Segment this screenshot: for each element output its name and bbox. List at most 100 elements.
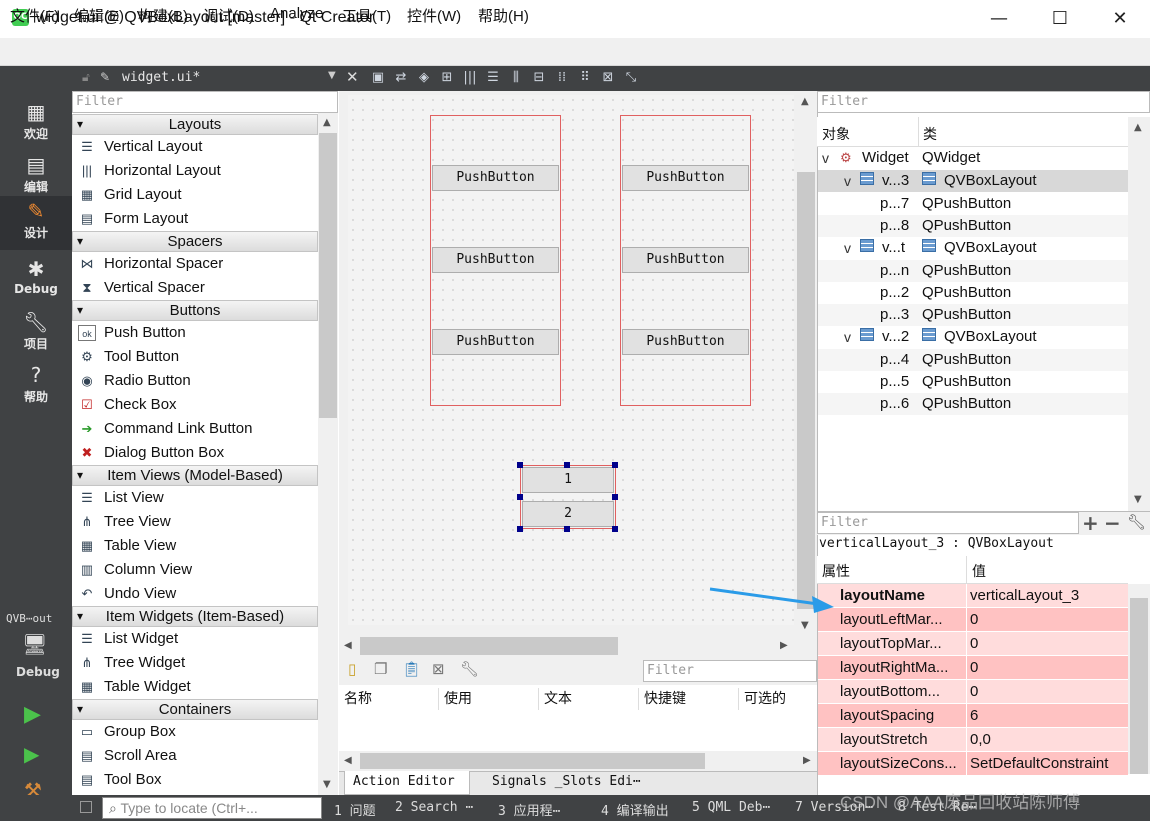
resize-handle[interactable] (517, 462, 523, 468)
property-row[interactable]: layoutStretch 0,0 (818, 728, 1128, 752)
resize-handle[interactable] (612, 526, 618, 532)
widget-category-header[interactable]: ▾ Item Widgets (Item-Based) (72, 606, 318, 627)
push-button[interactable]: PushButton (622, 247, 749, 273)
column-checkable[interactable]: 可选的 (744, 688, 786, 708)
scroll-right-icon[interactable]: ▶ (780, 640, 788, 651)
widget-item[interactable]: ▤ Scroll Area (72, 744, 318, 768)
resize-handle[interactable] (517, 526, 523, 532)
push-button[interactable]: PushButton (622, 165, 749, 191)
pane-compile-output[interactable]: 4 编译输出 (601, 800, 669, 819)
property-value[interactable]: 0 (970, 656, 978, 680)
column-used[interactable]: 使用 (444, 688, 472, 708)
property-row[interactable]: layoutBottom... 0 (818, 680, 1128, 704)
property-value[interactable]: verticalLayout_3 (970, 584, 1079, 608)
object-filter-input[interactable]: Filter (817, 91, 1150, 113)
object-tree-node[interactable]: v v...2 QVBoxLayout (818, 326, 1128, 348)
action-table-body[interactable] (339, 711, 817, 751)
widget-item[interactable]: ☰ Vertical Layout (72, 135, 318, 159)
column-property[interactable]: 属性 (822, 561, 850, 581)
menu-tools[interactable]: 工具(T) (342, 5, 391, 26)
property-value[interactable]: 0 (970, 680, 978, 704)
edit-buddies-icon[interactable]: ◈ (416, 70, 432, 86)
object-tree-node[interactable]: v v...t QVBoxLayout (818, 237, 1128, 259)
kit-build-config[interactable]: Debug (16, 665, 60, 679)
widget-item[interactable]: ok Push Button (72, 321, 318, 345)
menu-analyze[interactable]: Analyze (270, 5, 323, 22)
object-tree-leaf[interactable]: p...4 QPushButton (818, 349, 1128, 371)
widget-category-header[interactable]: ▾ Spacers (72, 231, 318, 252)
menu-file[interactable]: 文件(F) (10, 5, 59, 26)
mode-welcome[interactable]: ▦ 欢迎 (0, 97, 72, 149)
push-button-2[interactable]: 2 (522, 501, 614, 527)
push-button[interactable]: PushButton (432, 165, 559, 191)
widget-item[interactable]: ⚙ Tool Button (72, 345, 318, 369)
paste-action-icon[interactable]: 📋︎ (402, 660, 421, 678)
scroll-up-icon[interactable]: ▲ (801, 96, 809, 107)
widget-item[interactable]: ⋈ Horizontal Spacer (72, 252, 318, 276)
resize-handle[interactable] (612, 462, 618, 468)
layout-hsplitter-icon[interactable]: ⫼ (508, 70, 524, 86)
widget-item[interactable]: ☑ Check Box (72, 393, 318, 417)
column-object[interactable]: 对象 (822, 124, 850, 144)
widget-item[interactable]: ▭ Group Box (72, 720, 318, 744)
mode-projects[interactable]: 🔧︎ 项目 (0, 307, 72, 359)
layout-vertical-icon[interactable]: ☰ (485, 70, 501, 86)
mode-help[interactable]: ? 帮助 (0, 360, 72, 412)
layout-grid-icon[interactable]: ⠿ (577, 70, 593, 86)
object-tree-leaf[interactable]: p...7 QPushButton (818, 193, 1128, 215)
widget-box-scroll-thumb[interactable] (319, 133, 337, 418)
scroll-down-icon[interactable]: ▼ (801, 620, 809, 631)
add-property-icon[interactable]: + (1082, 511, 1099, 535)
pane-search[interactable]: 2 Search ⋯ (395, 800, 473, 815)
scroll-up-icon[interactable]: ▲ (1134, 122, 1142, 133)
delete-action-icon[interactable]: ⊠ (432, 660, 445, 678)
expand-arrow-icon[interactable]: v (822, 147, 829, 169)
configure-icon[interactable]: 🔧︎ (1127, 513, 1146, 531)
widget-item[interactable]: ▦ Table Widget (72, 675, 318, 699)
object-tree-node[interactable]: v v...3 QVBoxLayout (818, 170, 1128, 192)
resize-handle[interactable] (564, 526, 570, 532)
layout-horizontal-icon[interactable]: ||| (462, 70, 478, 86)
property-value[interactable]: 6 (970, 704, 978, 728)
edit-signals-icon[interactable]: ⇄ (393, 70, 409, 86)
widget-item[interactable]: ☰ List Widget (72, 627, 318, 651)
pane-qml-debugger[interactable]: 5 QML Deb⋯ (692, 800, 770, 815)
property-scroll-thumb[interactable] (1130, 598, 1148, 774)
property-row[interactable]: layoutSizeCons... SetDefaultConstraint (818, 752, 1128, 776)
property-value[interactable]: SetDefaultConstraint (970, 752, 1108, 776)
widget-item[interactable]: ☰ List View (72, 486, 318, 510)
locator-input[interactable]: ⌕ Type to locate (Ctrl+... (102, 797, 322, 819)
push-button-1[interactable]: 1 (522, 467, 614, 493)
close-document-icon[interactable]: ✕ (346, 68, 359, 86)
mode-edit[interactable]: ▤ 编辑 (0, 150, 72, 202)
scroll-down-icon[interactable]: ▼ (1134, 494, 1142, 505)
configure-icon[interactable]: 🔧︎ (460, 660, 479, 678)
column-shortcut[interactable]: 快捷键 (644, 688, 686, 708)
object-tree-leaf[interactable]: p...2 QPushButton (818, 282, 1128, 304)
push-button[interactable]: PushButton (622, 329, 749, 355)
property-value[interactable]: 0,0 (970, 728, 991, 752)
widget-category-header[interactable]: ▾ Item Views (Model-Based) (72, 465, 318, 486)
widget-item[interactable]: ⧗ Vertical Spacer (72, 276, 318, 300)
widget-item[interactable]: ▥ Column View (72, 558, 318, 582)
column-name[interactable]: 名称 (344, 688, 372, 708)
widget-box-filter-input[interactable]: Filter (72, 91, 338, 113)
push-button[interactable]: PushButton (432, 247, 559, 273)
scroll-right-icon[interactable]: ▶ (803, 755, 811, 766)
remove-property-icon[interactable]: − (1104, 511, 1121, 535)
widget-item[interactable]: ↶ Undo View (72, 582, 318, 606)
widget-item[interactable]: ◉ Radio Button (72, 369, 318, 393)
widget-category-header[interactable]: ▾ Containers (72, 699, 318, 720)
edit-tab-order-icon[interactable]: ⊞ (439, 70, 455, 86)
tab-action-editor[interactable]: Action Editor (353, 774, 455, 789)
break-layout-icon[interactable]: ⊠ (600, 70, 616, 86)
canvas-hscroll-thumb[interactable] (360, 637, 618, 655)
kit-project-name[interactable]: QVB⋯out (6, 612, 52, 625)
property-filter-input[interactable]: Filter (817, 512, 1079, 534)
widget-item[interactable]: ▦ Grid Layout (72, 183, 318, 207)
canvas-vscroll-thumb[interactable] (797, 172, 815, 609)
property-row[interactable]: layoutRightMa... 0 (818, 656, 1128, 680)
maximize-button[interactable]: ☐ (1037, 0, 1083, 38)
object-tree-node[interactable]: v ⚙ Widget QWidget (818, 147, 1128, 169)
layout-vsplitter-icon[interactable]: ⊟ (531, 70, 547, 86)
